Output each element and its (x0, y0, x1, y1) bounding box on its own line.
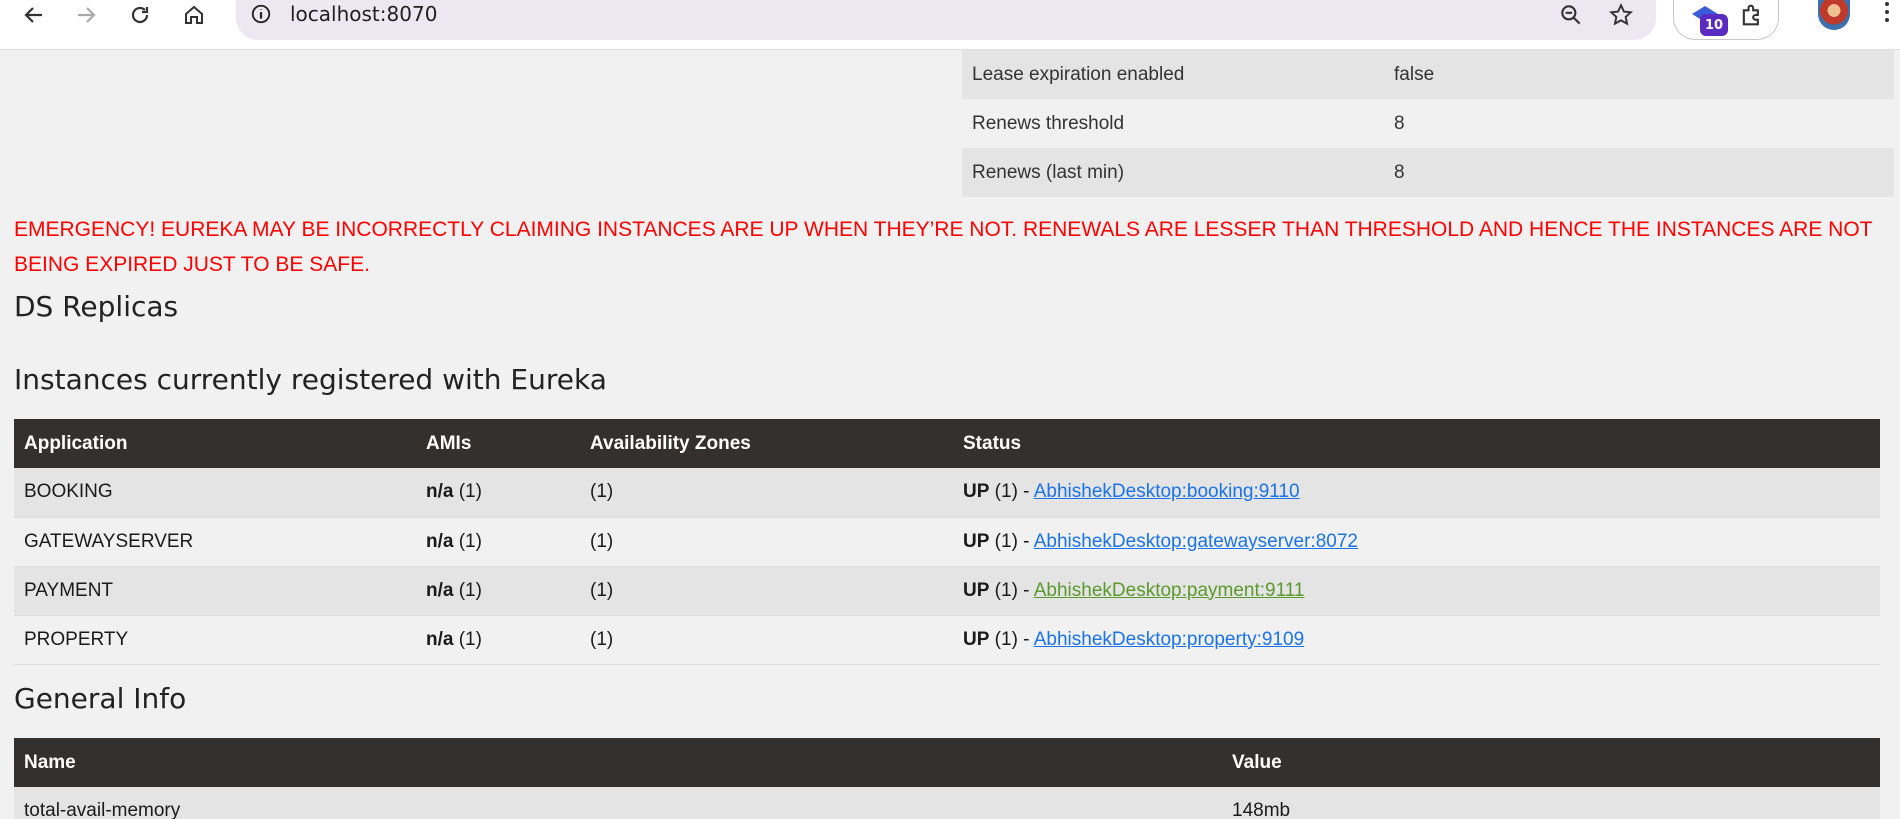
status-value: UP (963, 579, 990, 601)
lease-info-row: Renews threshold 8 (962, 99, 1894, 148)
instance-application: PROPERTY (14, 615, 416, 665)
general-info-table: Name Value total-avail-memory 148mb (14, 738, 1880, 819)
instance-application: PAYMENT (14, 566, 416, 616)
zoom-icon[interactable] (1558, 2, 1584, 28)
browser-toolbar: localhost:8070 10 (0, 0, 1900, 50)
ami-value: n/a (426, 481, 454, 503)
col-amis: AMIs (416, 419, 580, 468)
more-menu-icon[interactable] (1878, 0, 1896, 30)
reload-button[interactable] (120, 0, 160, 30)
extensions-puzzle-icon[interactable] (1738, 0, 1766, 30)
instance-amis: n/a (1) (416, 566, 580, 616)
back-arrow-icon (24, 7, 42, 23)
instance-status: UP (1) - AbhishekDesktop:property:9109 (953, 615, 1880, 665)
lease-info-value: 8 (1384, 148, 1894, 197)
instance-row: GATEWAYSERVER n/a (1) (1) UP (1) - Abhishek… (14, 517, 1880, 567)
instances-table: Application AMIs Availability Zones Stat… (14, 419, 1880, 665)
site-info-icon[interactable] (250, 3, 272, 25)
instance-amis: n/a (1) (416, 615, 580, 665)
home-button[interactable] (174, 0, 214, 30)
general-info-name: total-avail-memory (14, 787, 1222, 819)
status-count: (1) - (989, 481, 1034, 503)
ami-count: (1) (453, 481, 482, 503)
col-value: Value (1222, 738, 1880, 787)
emergency-warning: EMERGENCY! EUREKA MAY BE INCORRECTLY CLA… (14, 218, 1873, 276)
col-name: Name (14, 738, 1222, 787)
reload-icon (131, 6, 149, 24)
lease-info-value: 8 (1384, 99, 1894, 148)
lease-info-value: false (1384, 50, 1894, 99)
extension-badge: 10 (1700, 14, 1728, 36)
instance-zones: (1) (580, 615, 953, 665)
status-value: UP (963, 628, 990, 650)
col-application: Application (14, 419, 416, 468)
instance-status: UP (1) - AbhishekDesktop:gatewayserver:8… (953, 517, 1880, 567)
forward-arrow-icon (78, 7, 96, 23)
lease-info-key: Renews threshold (962, 99, 1384, 148)
instance-row: BOOKING n/a (1) (1) UP (1) - AbhishekDeskto… (14, 468, 1880, 518)
instance-row: PROPERTY n/a (1) (1) UP (1) - AbhishekDeskt… (14, 615, 1880, 665)
lease-info-key: Lease expiration enabled (962, 50, 1384, 99)
instance-link[interactable]: AbhishekDesktop:booking:9110 (1034, 481, 1300, 502)
lease-info-key: Renews (last min) (962, 148, 1384, 197)
general-info-value: 148mb (1222, 787, 1880, 819)
instance-row: PAYMENT n/a (1) (1) UP (1) - AbhishekDeskto… (14, 566, 1880, 616)
status-count: (1) - (989, 628, 1034, 650)
col-status: Status (953, 419, 1880, 468)
instance-amis: n/a (1) (416, 468, 580, 518)
status-count: (1) - (989, 579, 1034, 601)
url-text[interactable]: localhost:8070 (290, 2, 437, 26)
status-value: UP (963, 481, 990, 503)
instance-zones: (1) (580, 468, 953, 518)
bookmark-star-icon[interactable] (1608, 2, 1634, 28)
status-value: UP (963, 530, 990, 552)
instance-application: GATEWAYSERVER (14, 517, 416, 567)
instance-application: BOOKING (14, 468, 416, 518)
profile-avatar[interactable] (1818, 0, 1850, 30)
instance-link[interactable]: AbhishekDesktop:property:9109 (1034, 629, 1304, 650)
forward-button[interactable] (66, 0, 106, 30)
instance-link[interactable]: AbhishekDesktop:payment:9111 (1034, 580, 1305, 601)
lease-info-table: Lease expiration enabled false Renews thre… (962, 50, 1894, 197)
general-info-heading: General Info (14, 682, 187, 715)
lease-info-row: Lease expiration enabled false (962, 50, 1894, 99)
address-bar[interactable]: localhost:8070 (236, 0, 1656, 40)
ami-count: (1) (453, 579, 482, 601)
instance-zones: (1) (580, 517, 953, 567)
instance-status: UP (1) - AbhishekDesktop:payment:9111 (953, 566, 1880, 616)
instances-heading: Instances currently registered with Eure… (14, 363, 607, 396)
ami-count: (1) (453, 628, 482, 650)
general-info-header-row: Name Value (14, 738, 1880, 787)
ami-value: n/a (426, 579, 454, 601)
ds-replicas-heading: DS Replicas (14, 290, 179, 323)
instance-amis: n/a (1) (416, 517, 580, 567)
back-button[interactable] (14, 0, 54, 30)
lease-info-row: Renews (last min) 8 (962, 148, 1894, 197)
instances-header-row: Application AMIs Availability Zones Stat… (14, 419, 1880, 468)
ami-count: (1) (453, 530, 482, 552)
ami-value: n/a (426, 628, 454, 650)
instance-status: UP (1) - AbhishekDesktop:booking:9110 (953, 468, 1880, 518)
ami-value: n/a (426, 530, 454, 552)
col-availability-zones: Availability Zones (580, 419, 953, 468)
instance-zones: (1) (580, 566, 953, 616)
extensions-area: 10 (1673, 0, 1779, 40)
home-icon (185, 5, 203, 24)
status-count: (1) - (989, 530, 1034, 552)
instance-link[interactable]: AbhishekDesktop:gatewayserver:8072 (1034, 531, 1358, 552)
general-info-row: total-avail-memory 148mb (14, 787, 1880, 819)
